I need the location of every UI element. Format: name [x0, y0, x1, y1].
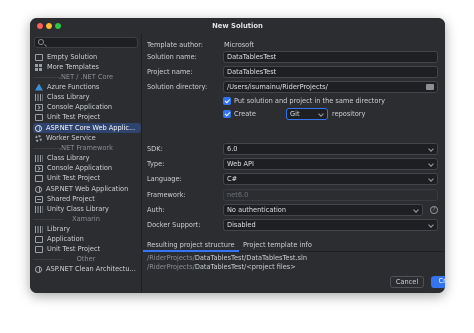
sidebar-item-unit-test-project[interactable]: Unit Test Project [33, 244, 141, 254]
sidebar-item-library[interactable]: Library [33, 224, 141, 234]
same-directory-checkbox[interactable] [223, 97, 231, 105]
docker-support-select[interactable]: Disabled [223, 219, 438, 231]
web-icon [35, 265, 42, 273]
sidebar-item-unity-class-library[interactable]: Unity Class Library [33, 204, 141, 214]
sidebar-group-dotnet-core: .NET / .NET Core [30, 73, 142, 82]
sidebar-item-shared-project[interactable]: Shared Project [33, 194, 141, 204]
test-icon [35, 245, 43, 253]
sidebar-item-empty-solution[interactable]: Empty Solution [33, 52, 141, 62]
type-label: Type: [147, 160, 165, 168]
console-icon [35, 164, 43, 172]
template-author-value: Microsoft [224, 41, 255, 49]
template-search-input[interactable] [34, 37, 138, 48]
auth-select[interactable]: No authentication [223, 204, 423, 216]
create-label: Create [234, 110, 256, 118]
sidebar-item-azure-functions[interactable]: Azure Functions [33, 82, 141, 92]
sidebar-item-aspnet-core-web-app[interactable]: ASP.NET Core Web Applic... [33, 123, 141, 133]
web-icon [35, 124, 42, 132]
gear-icon [35, 134, 42, 142]
sidebar-item-more-templates[interactable]: More Templates [33, 62, 141, 72]
details-tabs: Resulting project structure Project temp… [143, 239, 445, 252]
tab-project-template-info[interactable]: Project template info [239, 239, 316, 252]
solution-name-label: Solution name: [147, 53, 197, 61]
template-sidebar: Empty Solution More Templates .NET / .NE… [30, 34, 142, 293]
create-repository-checkbox[interactable] [223, 110, 231, 118]
sdk-select[interactable]: 6.0 [223, 143, 438, 155]
template-author-label: Template author: [147, 41, 204, 49]
language-select[interactable]: C# [223, 173, 438, 185]
library-icon [35, 225, 43, 233]
new-solution-dialog: New Solution Empty Solution More Templat… [30, 18, 445, 293]
sidebar-item-aspnet-web-application[interactable]: ASP.NET Web Application [33, 184, 141, 194]
sidebar-group-xamarin: Xamarin [30, 215, 142, 224]
tab-resulting-project-structure[interactable]: Resulting project structure [143, 239, 239, 252]
library-icon [35, 205, 43, 213]
solution-icon [35, 53, 43, 61]
app-icon [35, 235, 43, 243]
cancel-button[interactable]: Cancel [390, 276, 424, 288]
help-icon[interactable]: ? [430, 206, 438, 214]
vcs-select[interactable]: Git [286, 108, 328, 120]
test-icon [35, 113, 43, 121]
library-icon [35, 93, 43, 101]
shared-icon [35, 195, 43, 203]
create-button[interactable]: Create [431, 276, 445, 288]
sidebar-item-unit-test-project[interactable]: Unit Test Project [33, 112, 141, 122]
sidebar-item-application[interactable]: Application [33, 234, 141, 244]
docker-support-label: Docker Support: [147, 221, 201, 229]
title-bar: New Solution [30, 18, 445, 34]
auth-label: Auth: [147, 206, 165, 214]
framework-select: net6.0 [223, 189, 438, 201]
templates-grid-icon [35, 63, 43, 71]
solution-name-field[interactable]: DataTablesTest [223, 51, 438, 63]
sidebar-item-console-application[interactable]: Console Application [33, 163, 141, 173]
language-label: Language: [147, 175, 182, 183]
same-directory-label: Put solution and project in the same dir… [234, 97, 385, 105]
test-icon [35, 174, 43, 182]
framework-label: Framework: [147, 191, 186, 199]
sidebar-group-other: Other [30, 255, 142, 264]
browse-folder-icon[interactable] [426, 84, 434, 90]
sidebar-item-console-application[interactable]: Console Application [33, 102, 141, 112]
sidebar-item-unit-test-project[interactable]: Unit Test Project [33, 173, 141, 183]
web-icon [35, 185, 42, 193]
sidebar-item-worker-service[interactable]: Worker Service [33, 133, 141, 143]
repository-label: repository [332, 110, 366, 118]
project-name-label: Project name: [147, 68, 193, 76]
solution-form: Template author: Microsoft Solution name… [143, 34, 445, 293]
sidebar-item-aspnet-clean-architecture[interactable]: ASP.NET Clean Architectu... [33, 264, 141, 274]
console-icon [35, 103, 43, 111]
solution-directory-value: /Users/isumainu/RiderProjects/ [227, 83, 328, 91]
sidebar-item-class-library[interactable]: Class Library [33, 92, 141, 102]
azure-icon [35, 83, 43, 91]
search-icon [38, 39, 44, 45]
solution-directory-label: Solution directory: [147, 83, 208, 91]
preview-line: /RiderProjects/DataTablesTest/<project f… [147, 263, 296, 271]
type-select[interactable]: Web API [223, 158, 438, 170]
solution-directory-field[interactable]: /Users/isumainu/RiderProjects/ [223, 81, 438, 93]
preview-line: /RiderProjects/DataTablesTest/DataTables… [147, 254, 308, 262]
project-name-field[interactable]: DataTablesTest [223, 66, 438, 78]
window-title: New Solution [212, 22, 263, 30]
sidebar-group-dotnet-framework: .NET Framework [30, 144, 142, 153]
sdk-label: SDK: [147, 145, 163, 153]
library-icon [35, 154, 43, 162]
sidebar-item-class-library[interactable]: Class Library [33, 153, 141, 163]
